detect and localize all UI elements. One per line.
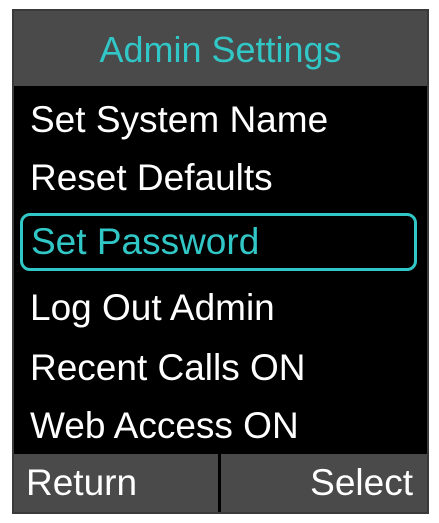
return-softkey[interactable]: Return bbox=[14, 454, 218, 512]
menu-item-set-password[interactable]: Set Password bbox=[20, 213, 417, 271]
softkey-bar: Return Select bbox=[14, 454, 427, 512]
return-label: Return bbox=[26, 462, 138, 503]
menu-item-reset-defaults[interactable]: Reset Defaults bbox=[20, 149, 417, 207]
menu-item-label: Recent Calls ON bbox=[30, 347, 306, 388]
menu-item-web-access[interactable]: Web Access ON bbox=[20, 397, 417, 455]
device-screen: Admin Settings Set System Name Reset Def… bbox=[12, 9, 429, 514]
menu-item-label: Reset Defaults bbox=[30, 157, 273, 198]
menu-item-recent-calls[interactable]: Recent Calls ON bbox=[20, 339, 417, 397]
menu-item-label: Set System Name bbox=[30, 99, 329, 140]
menu-item-label: Web Access ON bbox=[30, 405, 299, 446]
menu-item-log-out-admin[interactable]: Log Out Admin bbox=[20, 279, 417, 337]
screen-title: Admin Settings bbox=[99, 28, 342, 70]
menu-item-label: Set Password bbox=[31, 221, 260, 262]
menu-item-set-system-name[interactable]: Set System Name bbox=[20, 91, 417, 149]
select-label: Select bbox=[310, 462, 413, 503]
select-softkey[interactable]: Select bbox=[221, 454, 427, 512]
menu-item-label: Log Out Admin bbox=[30, 287, 275, 328]
title-bar: Admin Settings bbox=[14, 11, 427, 86]
